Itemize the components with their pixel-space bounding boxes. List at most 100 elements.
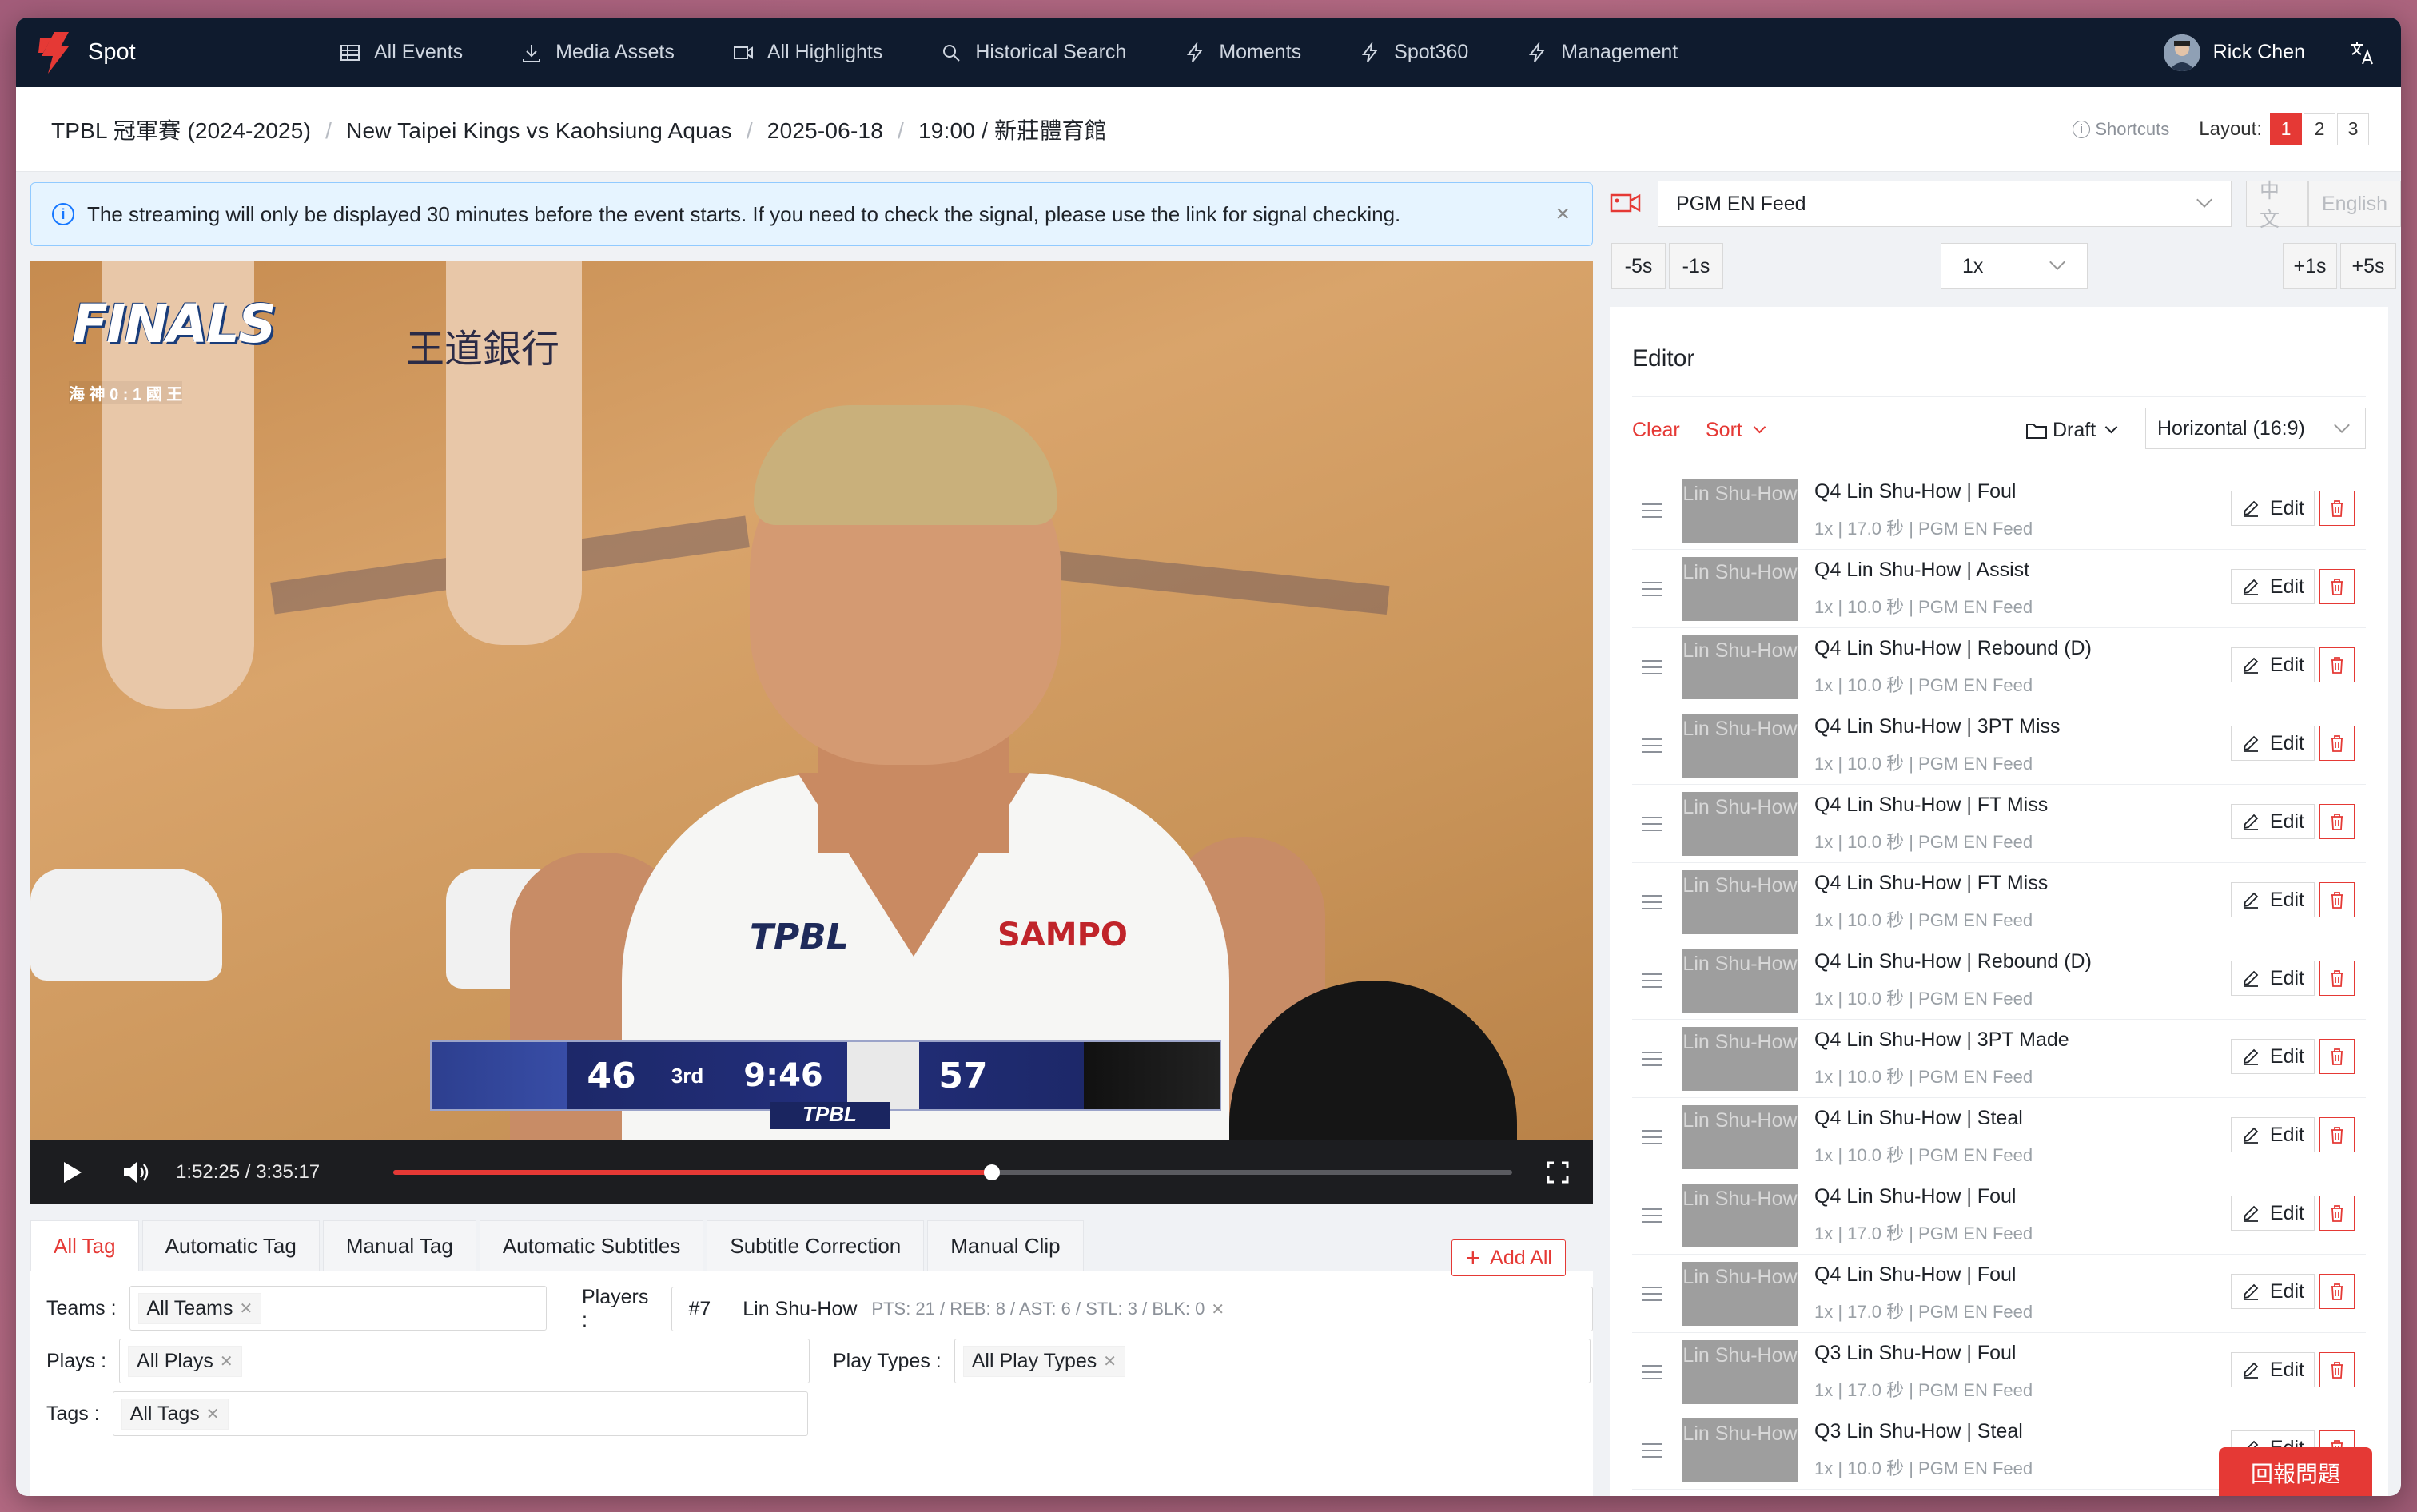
clip-row[interactable]: Lin Shu-How Q4 Lin Shu-How | Foul 1x | 17.…	[1632, 1176, 2366, 1255]
clip-row[interactable]: Lin Shu-How Q4 Lin Shu-How | Foul 1x | 17.…	[1632, 472, 2366, 550]
brand[interactable]: Spot	[37, 30, 340, 75]
plays-select[interactable]: All Plays ✕	[119, 1339, 810, 1383]
edit-button[interactable]: Edit	[2230, 491, 2315, 526]
clip-thumbnail[interactable]: Lin Shu-How	[1682, 948, 1798, 1013]
edit-button[interactable]: Edit	[2230, 647, 2315, 682]
clip-row[interactable]: Lin Shu-How Q4 Lin Shu-How | Assist 1x | 1…	[1632, 550, 2366, 628]
seek-minus-1s-button[interactable]: -1s	[1669, 243, 1723, 289]
clip-row[interactable]: Lin Shu-How Q4 Lin Shu-How | Rebound (D) 1…	[1632, 628, 2366, 706]
layout-1-button[interactable]: 1	[2270, 113, 2302, 145]
tab-subtitle-correction[interactable]: Subtitle Correction	[707, 1220, 925, 1271]
delete-button[interactable]	[2319, 882, 2355, 917]
seek-minus-5s-button[interactable]: -5s	[1611, 243, 1666, 289]
layout-3-button[interactable]: 3	[2337, 113, 2369, 145]
delete-button[interactable]	[2319, 726, 2355, 761]
remove-icon[interactable]: ✕	[239, 1299, 253, 1319]
drag-handle-icon[interactable]	[1642, 581, 1662, 596]
edit-button[interactable]: Edit	[2230, 569, 2315, 604]
edit-button[interactable]: Edit	[2230, 1039, 2315, 1074]
seek-plus-1s-button[interactable]: +1s	[2283, 243, 2337, 289]
play-icon[interactable]	[64, 1162, 82, 1183]
tab-manual-clip[interactable]: Manual Clip	[927, 1220, 1084, 1271]
delete-button[interactable]	[2319, 804, 2355, 839]
drag-handle-icon[interactable]	[1642, 1364, 1662, 1379]
breadcrumb-league[interactable]: TPBL 冠軍賽 (2024-2025)	[51, 118, 311, 143]
clip-thumbnail[interactable]: Lin Shu-How	[1682, 1261, 1798, 1326]
layout-2-button[interactable]: 2	[2304, 113, 2335, 145]
drag-handle-icon[interactable]	[1642, 1286, 1662, 1301]
seek-bar[interactable]	[393, 1164, 1512, 1180]
clip-row[interactable]: Lin Shu-How Q4 Lin Shu-How | Rebound (D) 1…	[1632, 941, 2366, 1020]
clip-row[interactable]: Lin Shu-How Q4 Lin Shu-How | Foul 1x | 17.…	[1632, 1255, 2366, 1333]
nav-historical-search[interactable]: Historical Search	[940, 41, 1126, 64]
seek-handle[interactable]	[984, 1164, 1000, 1180]
clip-thumbnail[interactable]: Lin Shu-How	[1682, 713, 1798, 778]
edit-button[interactable]: Edit	[2230, 882, 2315, 917]
drag-handle-icon[interactable]	[1642, 1051, 1662, 1066]
clip-row[interactable]: Lin Shu-How Q3 Lin Shu-How | Foul 1x | 17.…	[1632, 1333, 2366, 1411]
drag-handle-icon[interactable]	[1642, 1129, 1662, 1144]
delete-button[interactable]	[2319, 1117, 2355, 1152]
lang-zh-button[interactable]: 中文	[2246, 180, 2308, 231]
seek-plus-5s-button[interactable]: +5s	[2340, 243, 2396, 289]
clip-row[interactable]: Lin Shu-How Q4 Lin Shu-How | FT Miss 1x | …	[1632, 785, 2366, 863]
edit-button[interactable]: Edit	[2230, 1352, 2315, 1387]
nav-spot360[interactable]: Spot360	[1359, 41, 1468, 64]
translate-icon[interactable]	[2348, 38, 2377, 67]
lang-en-button[interactable]: English	[2308, 181, 2401, 227]
nav-media-assets[interactable]: Media Assets	[520, 41, 675, 64]
orientation-select[interactable]: Horizontal (16:9)	[2145, 408, 2366, 449]
tags-select[interactable]: All Tags ✕	[112, 1391, 808, 1436]
add-all-button[interactable]: + Add All	[1451, 1239, 1566, 1276]
drag-handle-icon[interactable]	[1642, 816, 1662, 831]
drag-handle-icon[interactable]	[1642, 738, 1662, 753]
playback-speed-select[interactable]: 1x	[1941, 243, 2088, 289]
clip-thumbnail[interactable]: Lin Shu-How	[1682, 556, 1798, 621]
tab-all-tag[interactable]: All Tag	[30, 1220, 139, 1271]
edit-button[interactable]: Edit	[2230, 1117, 2315, 1152]
teams-select[interactable]: All Teams ✕	[129, 1286, 547, 1331]
edit-button[interactable]: Edit	[2230, 726, 2315, 761]
clip-row[interactable]: Lin Shu-How Q4 Lin Shu-How | 3PT Made 1x |…	[1632, 1020, 2366, 1098]
drag-handle-icon[interactable]	[1642, 894, 1662, 909]
remove-icon[interactable]: ✕	[1211, 1299, 1224, 1319]
draft-dropdown[interactable]: Draft	[2025, 419, 2118, 442]
edit-button[interactable]: Edit	[2230, 1274, 2315, 1309]
sort-dropdown[interactable]: Sort	[1706, 419, 1766, 442]
delete-button[interactable]	[2319, 1196, 2355, 1231]
clip-row[interactable]: Lin Shu-How Q4 Lin Shu-How | 3PT Miss 1x |…	[1632, 706, 2366, 785]
play-types-select[interactable]: All Play Types ✕	[954, 1339, 1591, 1383]
clip-row[interactable]: Lin Shu-How Q4 Lin Shu-How | FT Miss 1x | …	[1632, 863, 2366, 941]
drag-handle-icon[interactable]	[1642, 659, 1662, 674]
close-icon[interactable]: ×	[1555, 201, 1570, 228]
tab-automatic-subtitles[interactable]: Automatic Subtitles	[479, 1220, 704, 1271]
fullscreen-icon[interactable]	[1547, 1161, 1569, 1184]
nav-moments[interactable]: Moments	[1184, 41, 1301, 64]
video-player[interactable]: TPBL SAMPO 王道銀行 FINALS 海 神 0 : 1 國 王 46 …	[30, 261, 1593, 1140]
remove-icon[interactable]: ✕	[1103, 1351, 1117, 1371]
shortcuts-link[interactable]: i Shortcuts	[2073, 119, 2169, 140]
players-select[interactable]: #7 Lin Shu-How PTS: 21 / REB: 8 / AST: 6…	[671, 1287, 1593, 1331]
volume-icon[interactable]	[121, 1160, 152, 1185]
clip-thumbnail[interactable]: Lin Shu-How	[1682, 1026, 1798, 1091]
clip-thumbnail[interactable]: Lin Shu-How	[1682, 869, 1798, 934]
edit-button[interactable]: Edit	[2230, 804, 2315, 839]
clip-thumbnail[interactable]: Lin Shu-How	[1682, 635, 1798, 699]
clip-thumbnail[interactable]: Lin Shu-How	[1682, 1183, 1798, 1247]
edit-button[interactable]: Edit	[2230, 961, 2315, 996]
tab-manual-tag[interactable]: Manual Tag	[322, 1220, 476, 1271]
nav-all-highlights[interactable]: All Highlights	[732, 41, 882, 64]
clip-row[interactable]: Lin Shu-How Q4 Lin Shu-How | Steal 1x | 10…	[1632, 1098, 2366, 1176]
clear-button[interactable]: Clear	[1632, 419, 1680, 442]
drag-handle-icon[interactable]	[1642, 1208, 1662, 1223]
clip-thumbnail[interactable]: Lin Shu-How	[1682, 478, 1798, 543]
delete-button[interactable]	[2319, 1352, 2355, 1387]
delete-button[interactable]	[2319, 569, 2355, 604]
clip-thumbnail[interactable]: Lin Shu-How	[1682, 1339, 1798, 1404]
delete-button[interactable]	[2319, 1039, 2355, 1074]
delete-button[interactable]	[2319, 491, 2355, 526]
remove-icon[interactable]: ✕	[206, 1404, 220, 1424]
drag-handle-icon[interactable]	[1642, 503, 1662, 518]
drag-handle-icon[interactable]	[1642, 973, 1662, 988]
edit-button[interactable]: Edit	[2230, 1196, 2315, 1231]
